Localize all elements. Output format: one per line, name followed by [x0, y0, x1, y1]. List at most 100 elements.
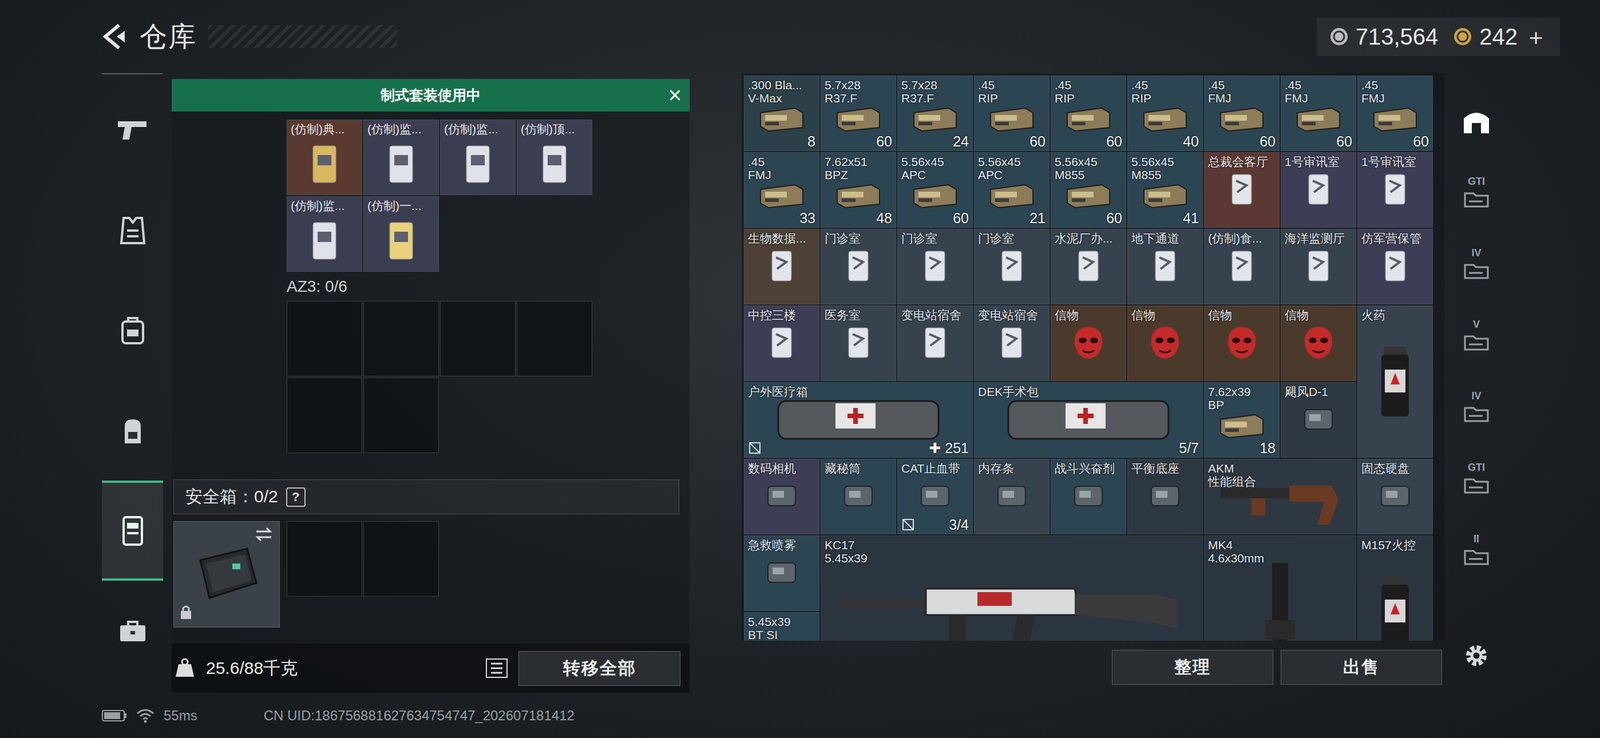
storage-item[interactable]: .45 RIP60 [973, 75, 1050, 152]
storage-item[interactable]: .45 FMJ60 [1357, 75, 1433, 152]
storage-item[interactable]: .45 RIP60 [1050, 75, 1127, 152]
storage-item[interactable]: 仿军营保管 [1357, 228, 1433, 305]
item-footer: 60 [821, 133, 896, 151]
storage-item[interactable]: MK4 4.6x30mm [1204, 535, 1357, 641]
loadout-item[interactable]: (仿制)顶... [516, 119, 593, 196]
storage-item[interactable]: 信物 [1050, 305, 1127, 382]
empty-slot[interactable] [286, 301, 363, 377]
storage-item[interactable]: .45 FMJ33 [743, 152, 820, 228]
storage-item[interactable]: 数码相机 [743, 458, 820, 535]
storage-item[interactable]: 5.56x45 APC21 [973, 152, 1050, 228]
storage-item[interactable]: CAT止血带3/4 [897, 458, 973, 535]
storage-item[interactable]: 火药 [1357, 305, 1433, 458]
storage-tab[interactable]: IV [1463, 227, 1490, 300]
nav-item[interactable] [101, 580, 164, 681]
nav-item[interactable] [101, 180, 164, 281]
close-button[interactable]: × [668, 82, 682, 108]
storage-item[interactable]: 医务室 [820, 305, 897, 382]
empty-slot[interactable] [516, 301, 593, 377]
storage-item[interactable]: 门诊室 [820, 228, 897, 305]
storage-item[interactable]: 5.56x45 APC60 [897, 152, 973, 228]
storage-panel: .300 Bla... V-Max85.7x28 R37.F605.7x28 R… [741, 73, 1445, 694]
nav-item[interactable] [101, 80, 164, 181]
storage-tab[interactable]: GTI [1463, 156, 1490, 228]
storage-tab[interactable]: V [1463, 299, 1490, 371]
storage-item[interactable]: 7.62x51 BPZ48 [820, 152, 897, 228]
storage-item[interactable]: 固态硬盘 [1357, 458, 1433, 535]
storage-item[interactable]: KC17 5.45x39 [820, 535, 1203, 641]
transfer-all-button[interactable]: 转移全部 [518, 651, 681, 687]
loadout-item[interactable]: (仿制)监... [363, 119, 439, 196]
storage-item[interactable]: 1号审讯室 [1357, 152, 1433, 228]
empty-slot[interactable] [286, 377, 363, 454]
ammo-icon [1051, 181, 1126, 211]
storage-item[interactable]: 户外医疗箱✚ 251 [743, 382, 973, 458]
storage-item[interactable]: .45 FMJ60 [1204, 75, 1280, 152]
storage-item[interactable]: (仿制)食... [1204, 228, 1280, 305]
loadout-item[interactable]: (仿制)典... [286, 119, 363, 196]
sort-button[interactable]: 整理 [1111, 650, 1274, 685]
item-footer [1281, 440, 1356, 458]
storage-item[interactable]: 生物数据... [743, 228, 820, 305]
currency-bar: 713,564242＋ [1316, 17, 1560, 57]
empty-slot[interactable] [363, 377, 439, 454]
safe-box[interactable] [173, 521, 280, 628]
storage-item[interactable]: .45 RIP40 [1127, 75, 1203, 152]
nav-item[interactable] [101, 280, 164, 381]
storage-item[interactable]: 藏秘筒 [820, 458, 897, 535]
storage-item[interactable]: 平衡底座 [1127, 458, 1203, 535]
storage-item[interactable]: 水泥厂办... [1050, 228, 1127, 305]
back-button[interactable]: < [101, 22, 129, 51]
storage-item[interactable]: 变电站宿舍 [973, 305, 1050, 382]
storage-item[interactable]: DEK手术包5/7 [973, 382, 1203, 458]
storage-item[interactable]: 信物 [1127, 305, 1203, 382]
storage-tab[interactable]: GTI [1463, 442, 1490, 514]
storage-item[interactable]: 7.62x39 BP18 [1204, 382, 1280, 458]
storage-item[interactable]: 总裁会客厅 [1204, 152, 1280, 228]
storage-item[interactable]: 急救喷雾 [743, 535, 820, 612]
storage-tab[interactable]: II [1463, 513, 1490, 586]
storage-item[interactable]: 内存条 [973, 458, 1050, 535]
storage-tab[interactable] [1461, 84, 1492, 157]
storage-actions: 整理出售 [741, 640, 1445, 694]
loadout-item[interactable]: (仿制)监... [440, 119, 516, 196]
storage-item[interactable]: 中控三楼 [743, 305, 820, 382]
sell-button[interactable]: 出售 [1280, 650, 1443, 685]
gear-icon[interactable] [1461, 640, 1492, 671]
storage-item[interactable]: 地下通道 [1127, 228, 1203, 305]
storage-item[interactable]: 飓风D-1 [1280, 382, 1357, 458]
storage-item[interactable]: 信物 [1280, 305, 1357, 382]
storage-item[interactable]: 5.56x45 M85541 [1127, 152, 1203, 228]
item-label: 5.56x45 M855 [1051, 152, 1126, 182]
nav-item[interactable] [101, 480, 164, 581]
add-button[interactable]: ＋ [1524, 21, 1548, 53]
storage-tab[interactable]: IV [1463, 370, 1490, 443]
storage-item[interactable]: 信物 [1204, 305, 1280, 382]
storage-item[interactable]: 变电站宿舍 [897, 305, 973, 382]
storage-item[interactable]: 5.45x39 BT SI [743, 612, 820, 641]
empty-slot[interactable] [363, 301, 439, 377]
storage-item[interactable]: .300 Bla... V-Max8 [743, 75, 820, 152]
loadout-item[interactable]: (仿制)一... [363, 196, 439, 272]
nav-item[interactable] [101, 380, 164, 481]
storage-item[interactable]: 5.7x28 R37.F60 [820, 75, 897, 152]
empty-slot[interactable] [363, 521, 439, 597]
item-label: 1号审讯室 [1281, 152, 1356, 169]
help-button[interactable]: ? [286, 487, 306, 508]
storage-item[interactable]: 1号审讯室 [1280, 152, 1357, 228]
storage-item[interactable]: 门诊室 [897, 228, 973, 305]
storage-item[interactable]: 门诊室 [973, 228, 1050, 305]
item-label: 门诊室 [821, 229, 896, 245]
storage-item[interactable]: 5.56x45 M85560 [1050, 152, 1127, 228]
storage-item[interactable]: 海洋监测厅 [1280, 228, 1357, 305]
storage-item[interactable]: .45 FMJ60 [1280, 75, 1357, 152]
storage-item[interactable]: AKM 性能组合 [1204, 458, 1357, 535]
empty-slot[interactable] [286, 521, 363, 597]
storage-item[interactable]: 5.7x28 R37.F24 [897, 75, 973, 152]
storage-item[interactable]: M157火控 [1357, 535, 1433, 641]
item-label: 5.7x28 R37.F [897, 76, 973, 105]
list-button[interactable] [485, 658, 509, 679]
empty-slot[interactable] [440, 301, 516, 377]
storage-item[interactable]: 战斗兴奋剂 [1050, 458, 1127, 535]
loadout-item[interactable]: (仿制)监... [286, 196, 363, 272]
